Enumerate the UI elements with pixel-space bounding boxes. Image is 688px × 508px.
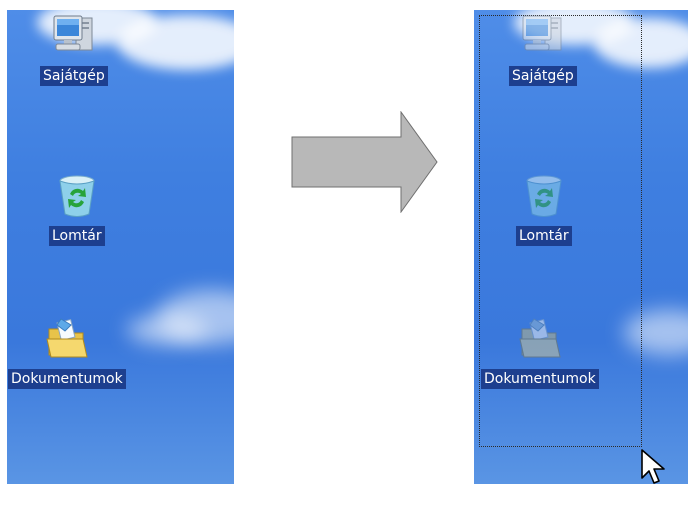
recycle-bin-icon [518, 170, 570, 222]
desktop-icon-my-computer[interactable]: Sajátgép [40, 10, 108, 86]
desktop-icon-recycle-bin[interactable]: Lomtár [49, 170, 105, 246]
my-documents-folder-icon [41, 313, 93, 365]
right-arrow-icon [291, 111, 438, 213]
desktop-icon-my-computer[interactable]: Sajátgép [509, 10, 577, 86]
mouse-pointer-icon [641, 449, 665, 484]
desktop-icon-my-documents[interactable]: Dokumentumok [481, 313, 599, 389]
desktop-icon-my-documents[interactable]: Dokumentumok [8, 313, 126, 389]
desktop-icon-label: Dokumentumok [8, 369, 126, 389]
my-computer-icon [48, 10, 100, 62]
my-documents-folder-icon [514, 313, 566, 365]
my-computer-icon [517, 10, 569, 62]
desktop-icon-recycle-bin[interactable]: Lomtár [516, 170, 572, 246]
desktop-icon-label: Sajátgép [509, 66, 577, 86]
desktop-icon-label: Lomtár [49, 226, 105, 246]
recycle-bin-icon [51, 170, 103, 222]
desktop-icon-label: Sajátgép [40, 66, 108, 86]
desktop-icon-label: Dokumentumok [481, 369, 599, 389]
desktop-before-panel: Sajátgép Lomtár Dokumentumok [7, 10, 234, 484]
desktop-icon-label: Lomtár [516, 226, 572, 246]
desktop-after-panel: Sajátgép Lomtár Dokumentumok [474, 10, 688, 484]
